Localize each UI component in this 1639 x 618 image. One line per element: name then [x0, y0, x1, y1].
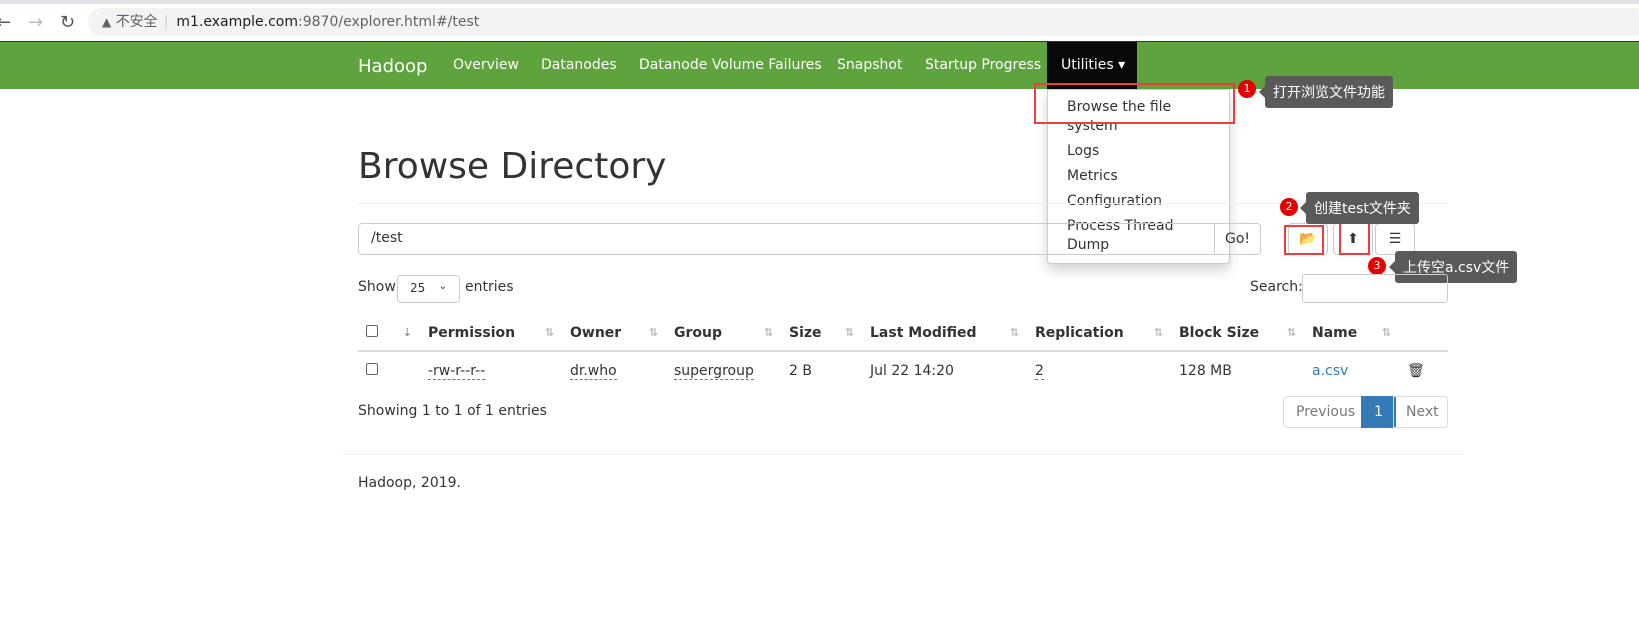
next-button[interactable]: Next	[1393, 396, 1448, 428]
address-bar[interactable]: ▲ 不安全 | m1.example.com:9870/explorer.html#…	[88, 8, 1639, 36]
col-replication[interactable]: Replication ⇅	[1027, 315, 1171, 352]
brand[interactable]: Hadoop	[358, 56, 427, 77]
menu-logs[interactable]: Logs	[1048, 139, 1229, 164]
file-link[interactable]: a.csv	[1312, 363, 1348, 379]
highlight-box	[1034, 83, 1235, 124]
file-table: ⇣ Permission ⇅ Owner ⇅ Group ⇅ Size ⇅ Last M…	[358, 315, 1448, 389]
col-last-modified[interactable]: Last Modified ⇅	[862, 315, 1027, 352]
entries-select[interactable]: 25 ⌄	[397, 275, 460, 303]
directory-input[interactable]: /test	[358, 223, 1215, 255]
show-label: Show	[358, 279, 396, 295]
menu-metrics[interactable]: Metrics	[1048, 164, 1229, 189]
col-size[interactable]: Size ⇅	[781, 315, 862, 352]
col-name[interactable]: Name ⇅	[1304, 315, 1399, 352]
col-owner[interactable]: Owner ⇅	[562, 315, 666, 352]
search-label: Search:	[1250, 279, 1303, 295]
replication-value[interactable]: 2	[1035, 362, 1044, 380]
previous-button[interactable]: Previous	[1283, 396, 1369, 428]
nav-datanodes[interactable]: Datanodes	[541, 57, 617, 73]
nav-snapshot[interactable]: Snapshot	[837, 57, 902, 73]
col-group[interactable]: Group ⇅	[666, 315, 781, 352]
nav-utilities[interactable]: Utilities ▾	[1047, 42, 1137, 89]
sort-icon[interactable]: ⇣	[403, 326, 412, 339]
pagination-info: Showing 1 to 1 of 1 entries	[358, 403, 547, 419]
col-permission[interactable]: Permission ⇅	[420, 315, 562, 352]
browser-toolbar: ← → ↻ ▲ 不安全 | m1.example.com:9870/explorer…	[0, 0, 1639, 41]
page-title: Browse Directory	[358, 146, 667, 187]
back-icon[interactable]: ←	[0, 12, 11, 33]
forward-icon[interactable]: →	[28, 12, 43, 33]
block-size-value: 128 MB	[1179, 362, 1232, 379]
highlight-box	[1284, 225, 1324, 255]
navbar: Hadoop Overview Datanodes Datanode Volum…	[0, 41, 1639, 89]
nav-startup-progress[interactable]: Startup Progress	[925, 57, 1041, 73]
annotation-number: 3	[1368, 257, 1386, 275]
permission-value[interactable]: -rw-r--r--	[428, 362, 486, 380]
annotation-tooltip: 创建test文件夹	[1300, 192, 1419, 224]
page-1-button[interactable]: 1	[1361, 396, 1396, 428]
security-label: 不安全	[115, 14, 158, 30]
owner-value[interactable]: dr.who	[570, 362, 617, 380]
nav-overview[interactable]: Overview	[453, 57, 519, 73]
annotation-tooltip: 打开浏览文件功能	[1259, 76, 1393, 108]
search-input[interactable]	[1302, 274, 1448, 303]
select-all-checkbox[interactable]	[366, 324, 378, 337]
col-block-size[interactable]: Block Size ⇅	[1171, 315, 1304, 352]
url-host: m1.example.com	[176, 14, 299, 30]
reload-icon[interactable]: ↻	[60, 12, 75, 33]
table-row: -rw-r--r-- dr.who supergroup 2 B Jul 22 …	[358, 351, 1448, 389]
modified-value: Jul 22 14:20	[870, 362, 954, 379]
size-value: 2 B	[789, 362, 812, 379]
footer: Hadoop, 2019.	[358, 475, 461, 491]
warning-icon: ▲	[102, 15, 112, 29]
url-path: :9870/explorer.html#/test	[298, 14, 480, 30]
row-checkbox[interactable]	[366, 362, 378, 375]
divider	[343, 454, 1463, 455]
list-icon: ☰	[1388, 231, 1402, 247]
group-value[interactable]: supergroup	[674, 362, 754, 380]
annotation-number: 2	[1280, 198, 1298, 216]
highlight-box	[1339, 222, 1370, 255]
go-button[interactable]: Go!	[1214, 223, 1261, 255]
trash-icon[interactable]: 🗑	[1407, 363, 1425, 379]
annotation-number: 1	[1238, 80, 1256, 98]
entries-label: entries	[465, 279, 514, 295]
menu-configuration[interactable]: Configuration	[1048, 189, 1229, 214]
nav-volume-failures[interactable]: Datanode Volume Failures	[639, 57, 822, 73]
